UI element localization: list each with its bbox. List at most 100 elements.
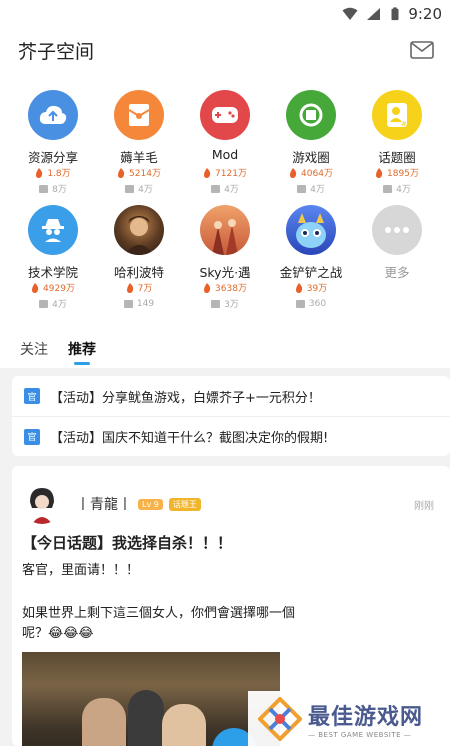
category-grid: 资源分享 1.8万 8万 薅羊毛 5214万 4万 Mod 7121万 4万 游… (0, 72, 450, 310)
category-name: 哈利波特 (113, 265, 164, 280)
category-name: 话题圈 (378, 150, 416, 165)
comment-icon (383, 184, 393, 193)
category-comments: 4万 (297, 182, 325, 195)
category-hot: 7万 (126, 281, 152, 294)
flame-icon (295, 282, 302, 293)
category-tft[interactable]: 金铲铲之战 39万 360 (268, 205, 354, 310)
notice-text: 【活动】分享鱿鱼游戏，白嫖芥子+一元积分！ (50, 390, 321, 406)
comment-icon (295, 299, 305, 308)
category-resource-share[interactable]: 资源分享 1.8万 8万 (10, 90, 96, 195)
post-time: 刚刚 (414, 500, 434, 512)
category-name: 游戏圈 (292, 150, 330, 165)
comment-icon (125, 184, 135, 193)
page-title: 芥子空间 (18, 40, 95, 63)
watermark: 最佳游戏网 — BEST GAME WEBSITE — (248, 691, 450, 746)
category-hot: 4929万 (31, 281, 75, 294)
tab-recommend[interactable]: 推荐 (68, 339, 96, 365)
post-title: 【今日话题】我选择自杀！！！ (22, 534, 233, 552)
category-name: 技术学院 (27, 265, 78, 280)
category-comments: 3万 (211, 297, 239, 310)
feed-tabs: 关注 推荐 (0, 330, 450, 368)
status-time: 9:20 (408, 5, 442, 23)
category-name: Sky光·遇 (199, 265, 251, 280)
notice-item[interactable]: 官 【活动】分享鱿鱼游戏，白嫖芥子+一元积分！ (12, 376, 450, 416)
mail-icon[interactable] (410, 41, 434, 59)
category-hot: 4064万 (289, 166, 333, 179)
site-logo-icon (258, 696, 302, 741)
category-hot: 1.8万 (35, 166, 71, 179)
avatar[interactable] (22, 484, 62, 524)
category-name: 资源分享 (27, 150, 78, 165)
flame-icon (204, 167, 211, 178)
status-bar: 9:20 (0, 0, 450, 28)
post-header: 丨青龍丨 Lv 9 话题王 刚刚 (22, 484, 440, 524)
signal-icon (367, 8, 381, 20)
official-tag: 官 (24, 428, 40, 445)
post-body: 如果世界上剩下這三個女人，你們會選擇哪一個呢？😂😂😂 (22, 606, 296, 641)
category-mod[interactable]: Mod 7121万 4万 (182, 90, 268, 195)
flame-icon (290, 167, 297, 178)
comment-icon (211, 184, 221, 193)
category-name: 薅羊毛 (120, 150, 158, 165)
category-hot: 5214万 (117, 166, 161, 179)
category-hot: 7121万 (203, 166, 247, 179)
flame-icon (126, 282, 133, 293)
flame-icon (376, 167, 383, 178)
tft-game-image (286, 205, 336, 255)
comment-icon (297, 184, 307, 193)
category-game-circle[interactable]: 游戏圈 4064万 4万 (268, 90, 354, 195)
category-comments: 149 (123, 297, 154, 310)
spy-icon (28, 205, 78, 255)
category-comments: 8万 (39, 182, 67, 195)
wifi-icon (342, 7, 358, 20)
harry-potter-image (114, 205, 164, 255)
camera-shutter-icon (286, 90, 336, 140)
tab-follow[interactable]: 关注 (20, 339, 48, 359)
cloud-upload-icon (28, 90, 78, 140)
category-more[interactable]: 更多 (354, 205, 440, 310)
watermark-title: 最佳游戏网 (308, 704, 424, 730)
role-badge: 话题王 (168, 497, 201, 511)
gamepad-icon (200, 90, 250, 140)
flame-icon (118, 167, 125, 178)
sky-game-image (200, 205, 250, 255)
comment-icon (123, 299, 133, 308)
category-sky[interactable]: Sky光·遇 3638万 3万 (182, 205, 268, 310)
category-hot: 39万 (295, 281, 327, 294)
photo-person (162, 704, 206, 746)
category-hot: 1895万 (375, 166, 419, 179)
more-icon (372, 205, 422, 255)
notice-text: 【活动】国庆不知道干什么？截图决定你的假期! (50, 431, 329, 446)
comment-icon (211, 299, 221, 308)
category-comments: 4万 (39, 297, 67, 310)
category-name: 金铲铲之战 (279, 265, 343, 280)
username[interactable]: 丨青龍丨 (76, 494, 132, 514)
photo-person (82, 698, 126, 746)
category-harry-potter[interactable]: 哈利波特 7万 149 (96, 205, 182, 310)
post-subtitle: 客官，里面请！！！ (22, 563, 140, 578)
watermark-subtitle: — BEST GAME WEBSITE — (308, 730, 412, 739)
category-comments: 4万 (211, 182, 239, 195)
photo-person (128, 690, 164, 746)
category-comments: 4万 (383, 182, 411, 195)
svg-text:#: # (401, 120, 407, 128)
comment-icon (39, 184, 49, 193)
user-topic-icon: # (372, 90, 422, 140)
comment-icon (39, 299, 49, 308)
category-topic-circle[interactable]: # 话题圈 1895万 4万 (354, 90, 440, 195)
category-tech-academy[interactable]: 技术学院 4929万 4万 (10, 205, 96, 310)
category-name: 更多 (384, 265, 410, 280)
category-wool[interactable]: 薅羊毛 5214万 4万 (96, 90, 182, 195)
flame-icon (36, 167, 43, 178)
battery-icon (391, 7, 399, 21)
official-tag: 官 (24, 388, 40, 404)
flame-icon (32, 282, 39, 293)
category-comments: 360 (295, 297, 326, 310)
category-hot: 3638万 (203, 281, 247, 294)
official-notices: 官 【活动】分享鱿鱼游戏，白嫖芥子+一元积分！ 官 【活动】国庆不知道干什么？截… (12, 376, 450, 456)
category-name: Mod (211, 147, 239, 162)
red-envelope-icon (114, 90, 164, 140)
category-comments: 4万 (125, 182, 153, 195)
notice-item[interactable]: 官 【活动】国庆不知道干什么？截图决定你的假期! (12, 416, 450, 456)
level-badge: Lv 9 (138, 498, 163, 510)
